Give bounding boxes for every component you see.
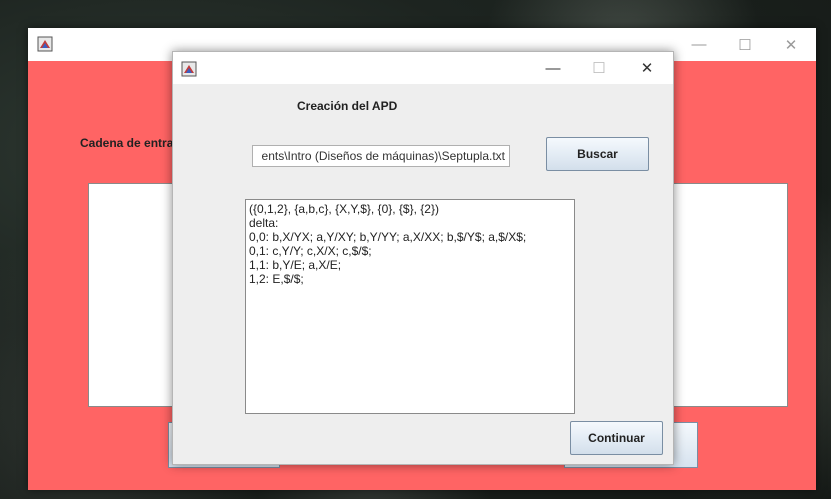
close-icon[interactable]: ✕: [768, 28, 814, 61]
minimize-icon[interactable]: —: [530, 52, 576, 84]
output-line: 0,0: b,X/YX; a,Y/XY; b,Y/YY; a,X/XX; b,$…: [249, 230, 527, 244]
maximize-icon: ☐: [592, 60, 606, 77]
input-string-label: Cadena de entra: [80, 136, 174, 150]
septupla-output-area[interactable]: ({0,1,2}, {a,b,c}, {X,Y,$}, {0}, {$}, {2…: [245, 199, 575, 414]
output-line: 1,1: b,Y/E; a,X/E;: [249, 258, 342, 272]
java-app-icon: [37, 36, 53, 52]
java-app-icon: [181, 61, 197, 77]
output-line: 0,1: c,Y/Y; c,X/X; c,$/$;: [249, 244, 372, 258]
output-line: 1,2: E,$/$;: [249, 272, 304, 286]
maximize-icon[interactable]: ☐: [722, 28, 768, 61]
file-path-field[interactable]: ents\Intro (Diseños de máquinas)\Septupl…: [252, 145, 510, 167]
continuar-button[interactable]: Continuar: [570, 421, 663, 455]
output-line: ({0,1,2}, {a,b,c}, {X,Y,$}, {0}, {$}, {2…: [249, 202, 439, 216]
apd-creation-dialog: — ☐ ✕ Creación del APD ents\Intro (Diseñ…: [172, 51, 674, 465]
close-icon[interactable]: ✕: [624, 52, 670, 84]
buscar-button[interactable]: Buscar: [546, 137, 649, 171]
dialog-heading: Creación del APD: [297, 99, 398, 113]
dialog-titlebar[interactable]: — ☐ ✕: [173, 52, 673, 84]
minimize-icon[interactable]: —: [676, 28, 722, 61]
output-line: delta:: [249, 216, 279, 230]
